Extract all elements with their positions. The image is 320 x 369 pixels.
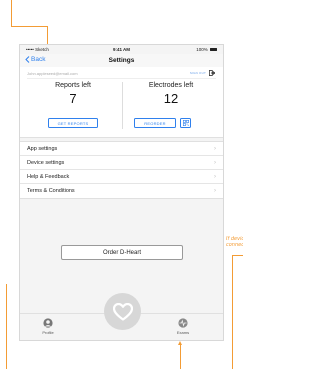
list-item-label: Terms & Conditions bbox=[27, 187, 75, 194]
get-reports-button[interactable]: GET REPORTS bbox=[48, 118, 98, 128]
list-item-help-feedback[interactable]: Help & Feedback › bbox=[20, 170, 223, 184]
tab-label: Exams bbox=[176, 330, 190, 335]
reports-value: 7 bbox=[69, 91, 77, 106]
order-dheart-button[interactable]: Order D-Heart bbox=[61, 245, 183, 260]
status-time: 9:41 AM bbox=[112, 47, 131, 52]
start-exam-button[interactable] bbox=[104, 293, 141, 330]
list-item-device-settings[interactable]: Device settings › bbox=[20, 156, 223, 170]
divider bbox=[27, 78, 216, 79]
signout-button[interactable]: SIGN OUT bbox=[190, 70, 215, 76]
signout-label: SIGN OUT bbox=[189, 71, 206, 75]
status-battery: 100% bbox=[196, 47, 217, 52]
profile-icon bbox=[43, 318, 53, 328]
annotation-line bbox=[6, 284, 7, 369]
reports-label: Reports left bbox=[55, 82, 91, 89]
list-item-app-settings[interactable]: App settings › bbox=[20, 142, 223, 156]
reorder-button[interactable]: REORDER bbox=[134, 118, 176, 128]
annotation-line bbox=[11, 0, 12, 26]
annotation-line bbox=[232, 255, 243, 256]
list-item-label: App settings bbox=[27, 145, 58, 152]
list-item-terms[interactable]: Terms & Conditions › bbox=[20, 184, 223, 198]
phone-screen: ••••• Sketch 9:41 AM 100% Back Settings … bbox=[19, 44, 224, 341]
qr-code-button[interactable] bbox=[180, 118, 191, 128]
page-title: Settings bbox=[108, 56, 135, 64]
annotation-line bbox=[11, 25, 47, 27]
annotation-line bbox=[232, 255, 233, 369]
divider bbox=[122, 82, 123, 129]
electrodes-label: Electrodes left bbox=[148, 82, 194, 89]
list-item-label: Help & Feedback bbox=[27, 173, 70, 180]
account-card: John.appleseed@email.com SIGN OUT Report… bbox=[20, 67, 223, 138]
navigation-bar: Back Settings bbox=[20, 54, 223, 68]
status-bar: ••••• Sketch 9:41 AM 100% bbox=[20, 45, 223, 54]
battery-percent: 100% bbox=[196, 47, 208, 52]
tab-profile[interactable]: Profile bbox=[33, 318, 63, 335]
annotation-line bbox=[179, 345, 181, 369]
electrodes-stat: Electrodes left 12 bbox=[126, 82, 216, 107]
qr-code-icon bbox=[182, 120, 189, 126]
list-item-label: Device settings bbox=[27, 159, 65, 166]
design-canvas: If deviceconnect ••••• Sketch 9:41 AM 10… bbox=[0, 0, 243, 369]
chevron-right-icon: › bbox=[214, 173, 216, 180]
chevron-right-icon: › bbox=[214, 187, 216, 194]
exams-icon bbox=[178, 318, 188, 328]
chevron-right-icon: › bbox=[214, 145, 216, 152]
tab-exams[interactable]: Exams bbox=[168, 318, 198, 335]
annotation-side-note: If deviceconnect bbox=[226, 236, 243, 248]
annotation-arrow bbox=[177, 341, 182, 345]
signout-icon bbox=[209, 70, 215, 76]
battery-icon bbox=[210, 48, 217, 52]
settings-list: App settings › Device settings › Help & … bbox=[20, 141, 223, 199]
reports-stat: Reports left 7 bbox=[28, 82, 118, 107]
heart-icon bbox=[112, 302, 133, 321]
account-email: John.appleseed@email.com bbox=[27, 71, 78, 76]
chevron-right-icon: › bbox=[214, 159, 216, 166]
electrodes-value: 12 bbox=[163, 91, 179, 106]
tab-label: Profile bbox=[42, 330, 54, 335]
